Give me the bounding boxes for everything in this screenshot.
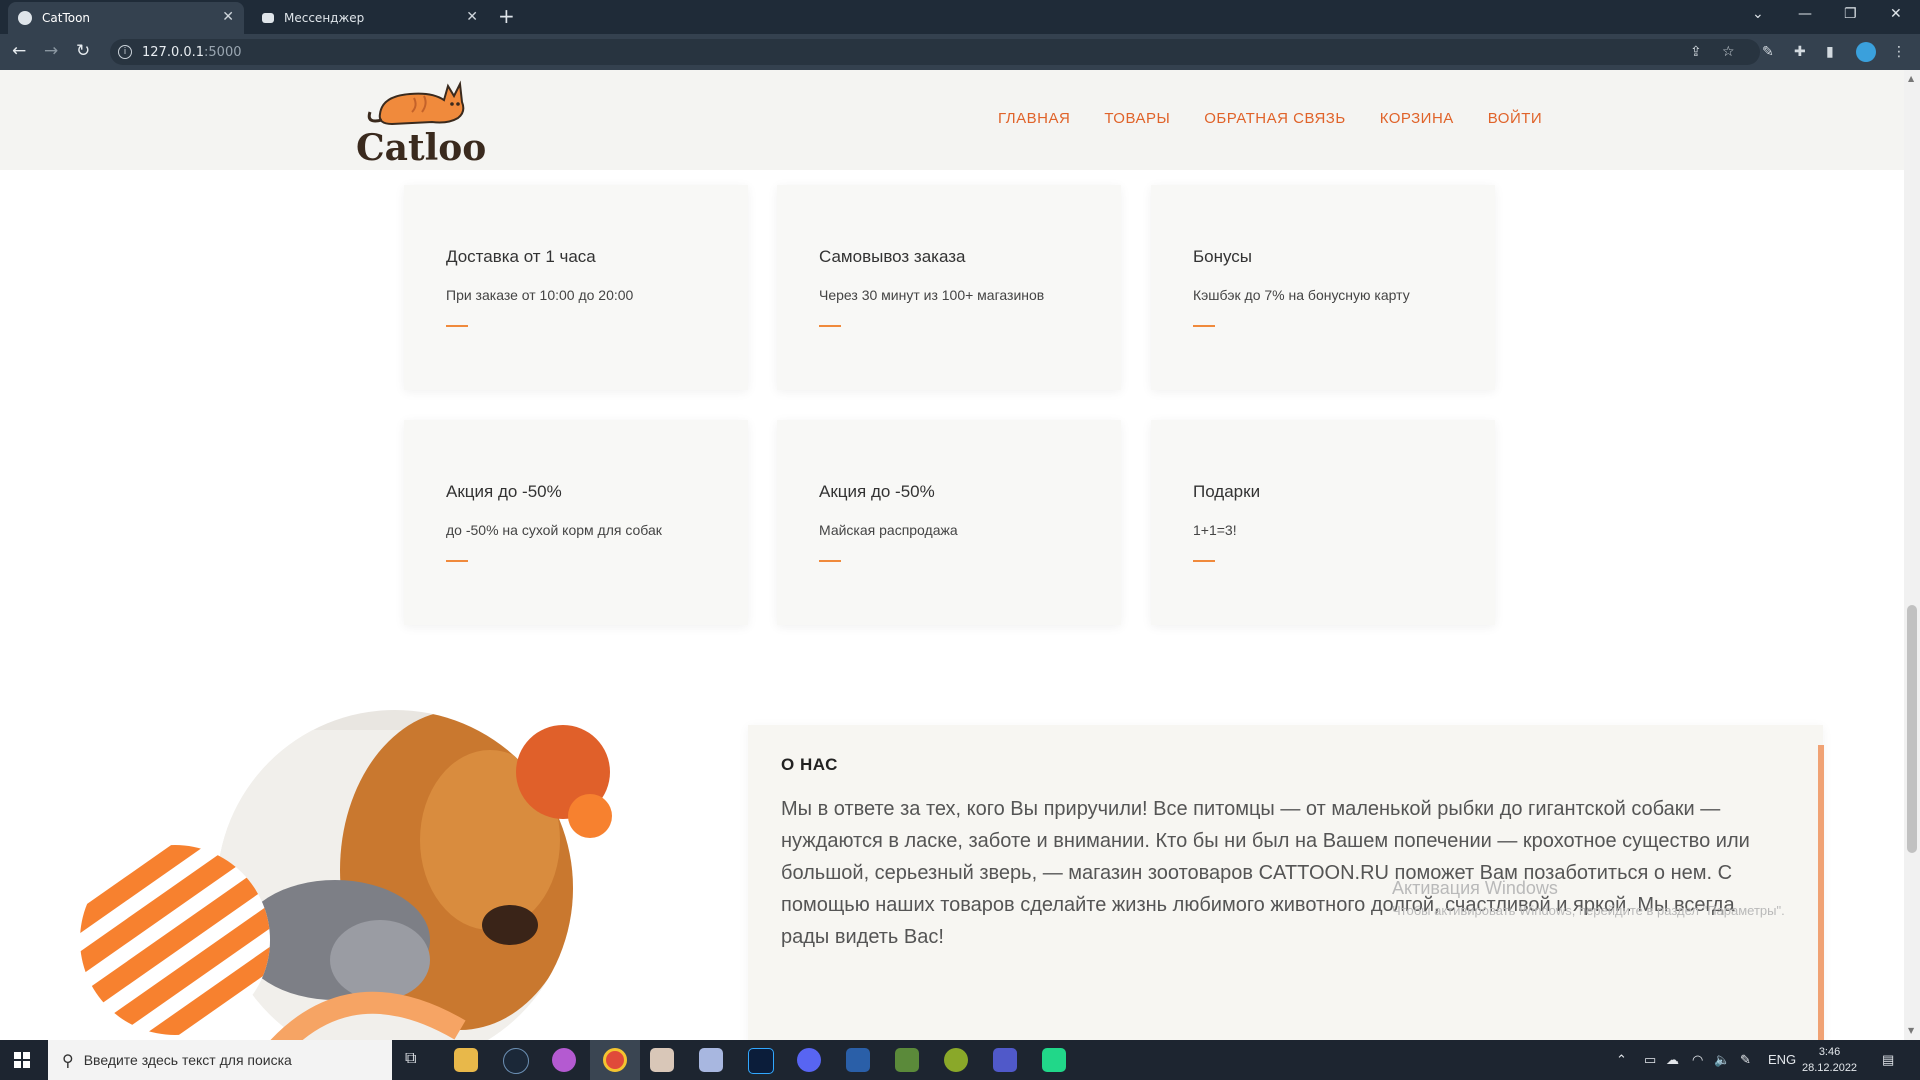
card-divider: [819, 560, 841, 562]
browser-tab-bar: CatToon ✕ Мессенджер ✕ + ⌄ — ❐ ✕: [0, 0, 1920, 34]
photoshop-icon[interactable]: [748, 1048, 774, 1074]
card-divider: [446, 560, 468, 562]
about-text: Мы в ответе за тех, кого Вы приручили! В…: [781, 798, 1750, 948]
bookmark-star-icon[interactable]: ☆: [1722, 44, 1735, 60]
network-icon[interactable]: ◠: [1692, 1052, 1703, 1068]
card-divider: [446, 325, 468, 327]
feature-card: Бонусы Кэшбэк до 7% на бонусную карту: [1151, 185, 1495, 390]
svg-text:Catloon: Catloon: [356, 127, 486, 162]
profile-avatar[interactable]: [1856, 42, 1876, 62]
site-header: Catloon ГЛАВНАЯ ТОВАРЫ ОБРАТНАЯ СВЯЗЬ КО…: [0, 70, 1904, 170]
restore-button[interactable]: ❐: [1844, 6, 1857, 22]
browser-toolbar: ← → ↻ i 127.0.0.1:5000 ⇪ ☆ ✎ ✚ ▮ ⋮: [0, 34, 1920, 70]
scroll-up-icon[interactable]: ▲: [1908, 74, 1914, 83]
windows-activation-watermark: Активация Windows Чтобы активировать Win…: [1392, 878, 1785, 918]
notifications-icon[interactable]: ▤: [1882, 1052, 1894, 1068]
back-icon[interactable]: ←: [12, 42, 26, 60]
nav-home[interactable]: ГЛАВНАЯ: [998, 110, 1070, 127]
language-indicator[interactable]: ENG: [1768, 1052, 1796, 1067]
feature-card: Доставка от 1 часа При заказе от 10:00 д…: [404, 185, 748, 390]
minimize-button[interactable]: —: [1798, 6, 1812, 22]
card-text: до -50% на сухой корм для собак: [446, 522, 662, 538]
about-title: О НАС: [781, 755, 838, 774]
card-title: Акция до -50%: [446, 482, 562, 501]
main-nav: ГЛАВНАЯ ТОВАРЫ ОБРАТНАЯ СВЯЗЬ КОРЗИНА ВО…: [998, 110, 1542, 127]
search-icon: ⚲: [62, 1050, 74, 1070]
nav-login[interactable]: ВОЙТИ: [1488, 110, 1542, 127]
tab-title: Мессенджер: [284, 11, 365, 25]
card-title: Подарки: [1193, 482, 1261, 501]
color-app-icon[interactable]: [552, 1048, 576, 1072]
chrome-icon[interactable]: [603, 1048, 627, 1072]
scrollbar-thumb[interactable]: [1907, 605, 1917, 853]
card-title: Бонусы: [1193, 247, 1253, 266]
feature-card: Подарки 1+1=3!: [1151, 420, 1495, 625]
card-title: Доставка от 1 часа: [446, 247, 596, 266]
card-title: Самовывоз заказа: [819, 247, 966, 266]
about-accent-bar: [1818, 745, 1824, 1040]
pycharm-icon[interactable]: [1042, 1048, 1066, 1072]
close-tab-icon[interactable]: ✕: [222, 9, 234, 25]
card-text: 1+1=3!: [1193, 522, 1237, 538]
extensions-puzzle-icon[interactable]: ✚: [1794, 44, 1806, 60]
taskbar-search[interactable]: ⚲ Введите здесь текст для поиска: [48, 1040, 392, 1080]
menu-kebab-icon[interactable]: ⋮: [1892, 44, 1906, 60]
globe-icon: [18, 11, 32, 25]
feature-card: Акция до -50% до -50% на сухой корм для …: [404, 420, 748, 625]
scroll-down-icon[interactable]: ▼: [1908, 1026, 1914, 1035]
taskbar-clock[interactable]: 3:46 28.12.2022: [1802, 1044, 1857, 1076]
pen-icon[interactable]: ✎: [1740, 1052, 1751, 1068]
card-text: При заказе от 10:00 до 20:00: [446, 287, 634, 303]
pets-illustration: [80, 710, 612, 1040]
teams-icon[interactable]: [993, 1048, 1017, 1072]
page-scrollbar[interactable]: ▲ ▼: [1904, 70, 1920, 1040]
nav-feedback[interactable]: ОБРАТНАЯ СВЯЗЬ: [1204, 110, 1345, 127]
search-placeholder: Введите здесь текст для поиска: [83, 1052, 292, 1068]
card-title: Акция до -50%: [819, 482, 935, 501]
share-icon[interactable]: ⇪: [1690, 44, 1702, 60]
close-window-button[interactable]: ✕: [1890, 6, 1902, 22]
minecraft-icon[interactable]: [895, 1048, 919, 1072]
onedrive-icon[interactable]: ☁: [1666, 1052, 1679, 1068]
pen-extension-icon[interactable]: ✎: [1762, 44, 1774, 60]
card-divider: [1193, 325, 1215, 327]
tab-search-icon[interactable]: ⌄: [1752, 6, 1764, 22]
task-view-icon[interactable]: ⧉: [405, 1048, 429, 1072]
card-divider: [1193, 560, 1215, 562]
feature-card: Акция до -50% Майская распродажа: [777, 420, 1121, 625]
close-tab-icon[interactable]: ✕: [466, 9, 478, 25]
windows-start-icon[interactable]: [14, 1052, 30, 1068]
tab-cattoon[interactable]: CatToon ✕: [8, 2, 244, 34]
info-icon[interactable]: i: [118, 45, 132, 59]
chat-icon: [262, 13, 274, 23]
tab-title: CatToon: [42, 11, 91, 25]
new-tab-button[interactable]: +: [498, 6, 515, 26]
volume-icon[interactable]: 🔈: [1714, 1052, 1730, 1068]
forward-icon[interactable]: →: [44, 42, 58, 60]
tray-chevron-icon[interactable]: ⌃: [1616, 1052, 1627, 1068]
game-icon[interactable]: [650, 1048, 674, 1072]
url-text: 127.0.0.1:5000: [142, 44, 242, 60]
tab-messenger[interactable]: Мессенджер ✕: [252, 2, 488, 34]
side-panel-icon[interactable]: ▮: [1826, 44, 1834, 60]
card-text: Через 30 минут из 100+ магазинов: [819, 287, 1045, 303]
file-explorer-icon[interactable]: [454, 1048, 478, 1072]
tray-device-icon[interactable]: ▭: [1644, 1052, 1656, 1068]
steam-icon[interactable]: [503, 1048, 529, 1074]
feature-card: Самовывоз заказа Через 30 минут из 100+ …: [777, 185, 1121, 390]
address-bar[interactable]: i 127.0.0.1:5000: [110, 39, 1760, 65]
reload-icon[interactable]: ↻: [76, 42, 90, 60]
anime-app-icon[interactable]: [699, 1048, 723, 1072]
windows-taskbar: ⚲ Введите здесь текст для поиска ⧉ ⌃ ▭ ☁…: [0, 1040, 1920, 1080]
card-text: Кэшбэк до 7% на бонусную карту: [1193, 287, 1410, 303]
catloon-logo[interactable]: Catloon: [352, 76, 486, 162]
notes-app-icon[interactable]: [846, 1048, 870, 1072]
tennis-app-icon[interactable]: [944, 1048, 968, 1072]
card-text: Майская распродажа: [819, 522, 958, 538]
nav-cart[interactable]: КОРЗИНА: [1380, 110, 1454, 127]
nav-products[interactable]: ТОВАРЫ: [1104, 110, 1170, 127]
discord-icon[interactable]: [797, 1048, 821, 1072]
card-divider: [819, 325, 841, 327]
